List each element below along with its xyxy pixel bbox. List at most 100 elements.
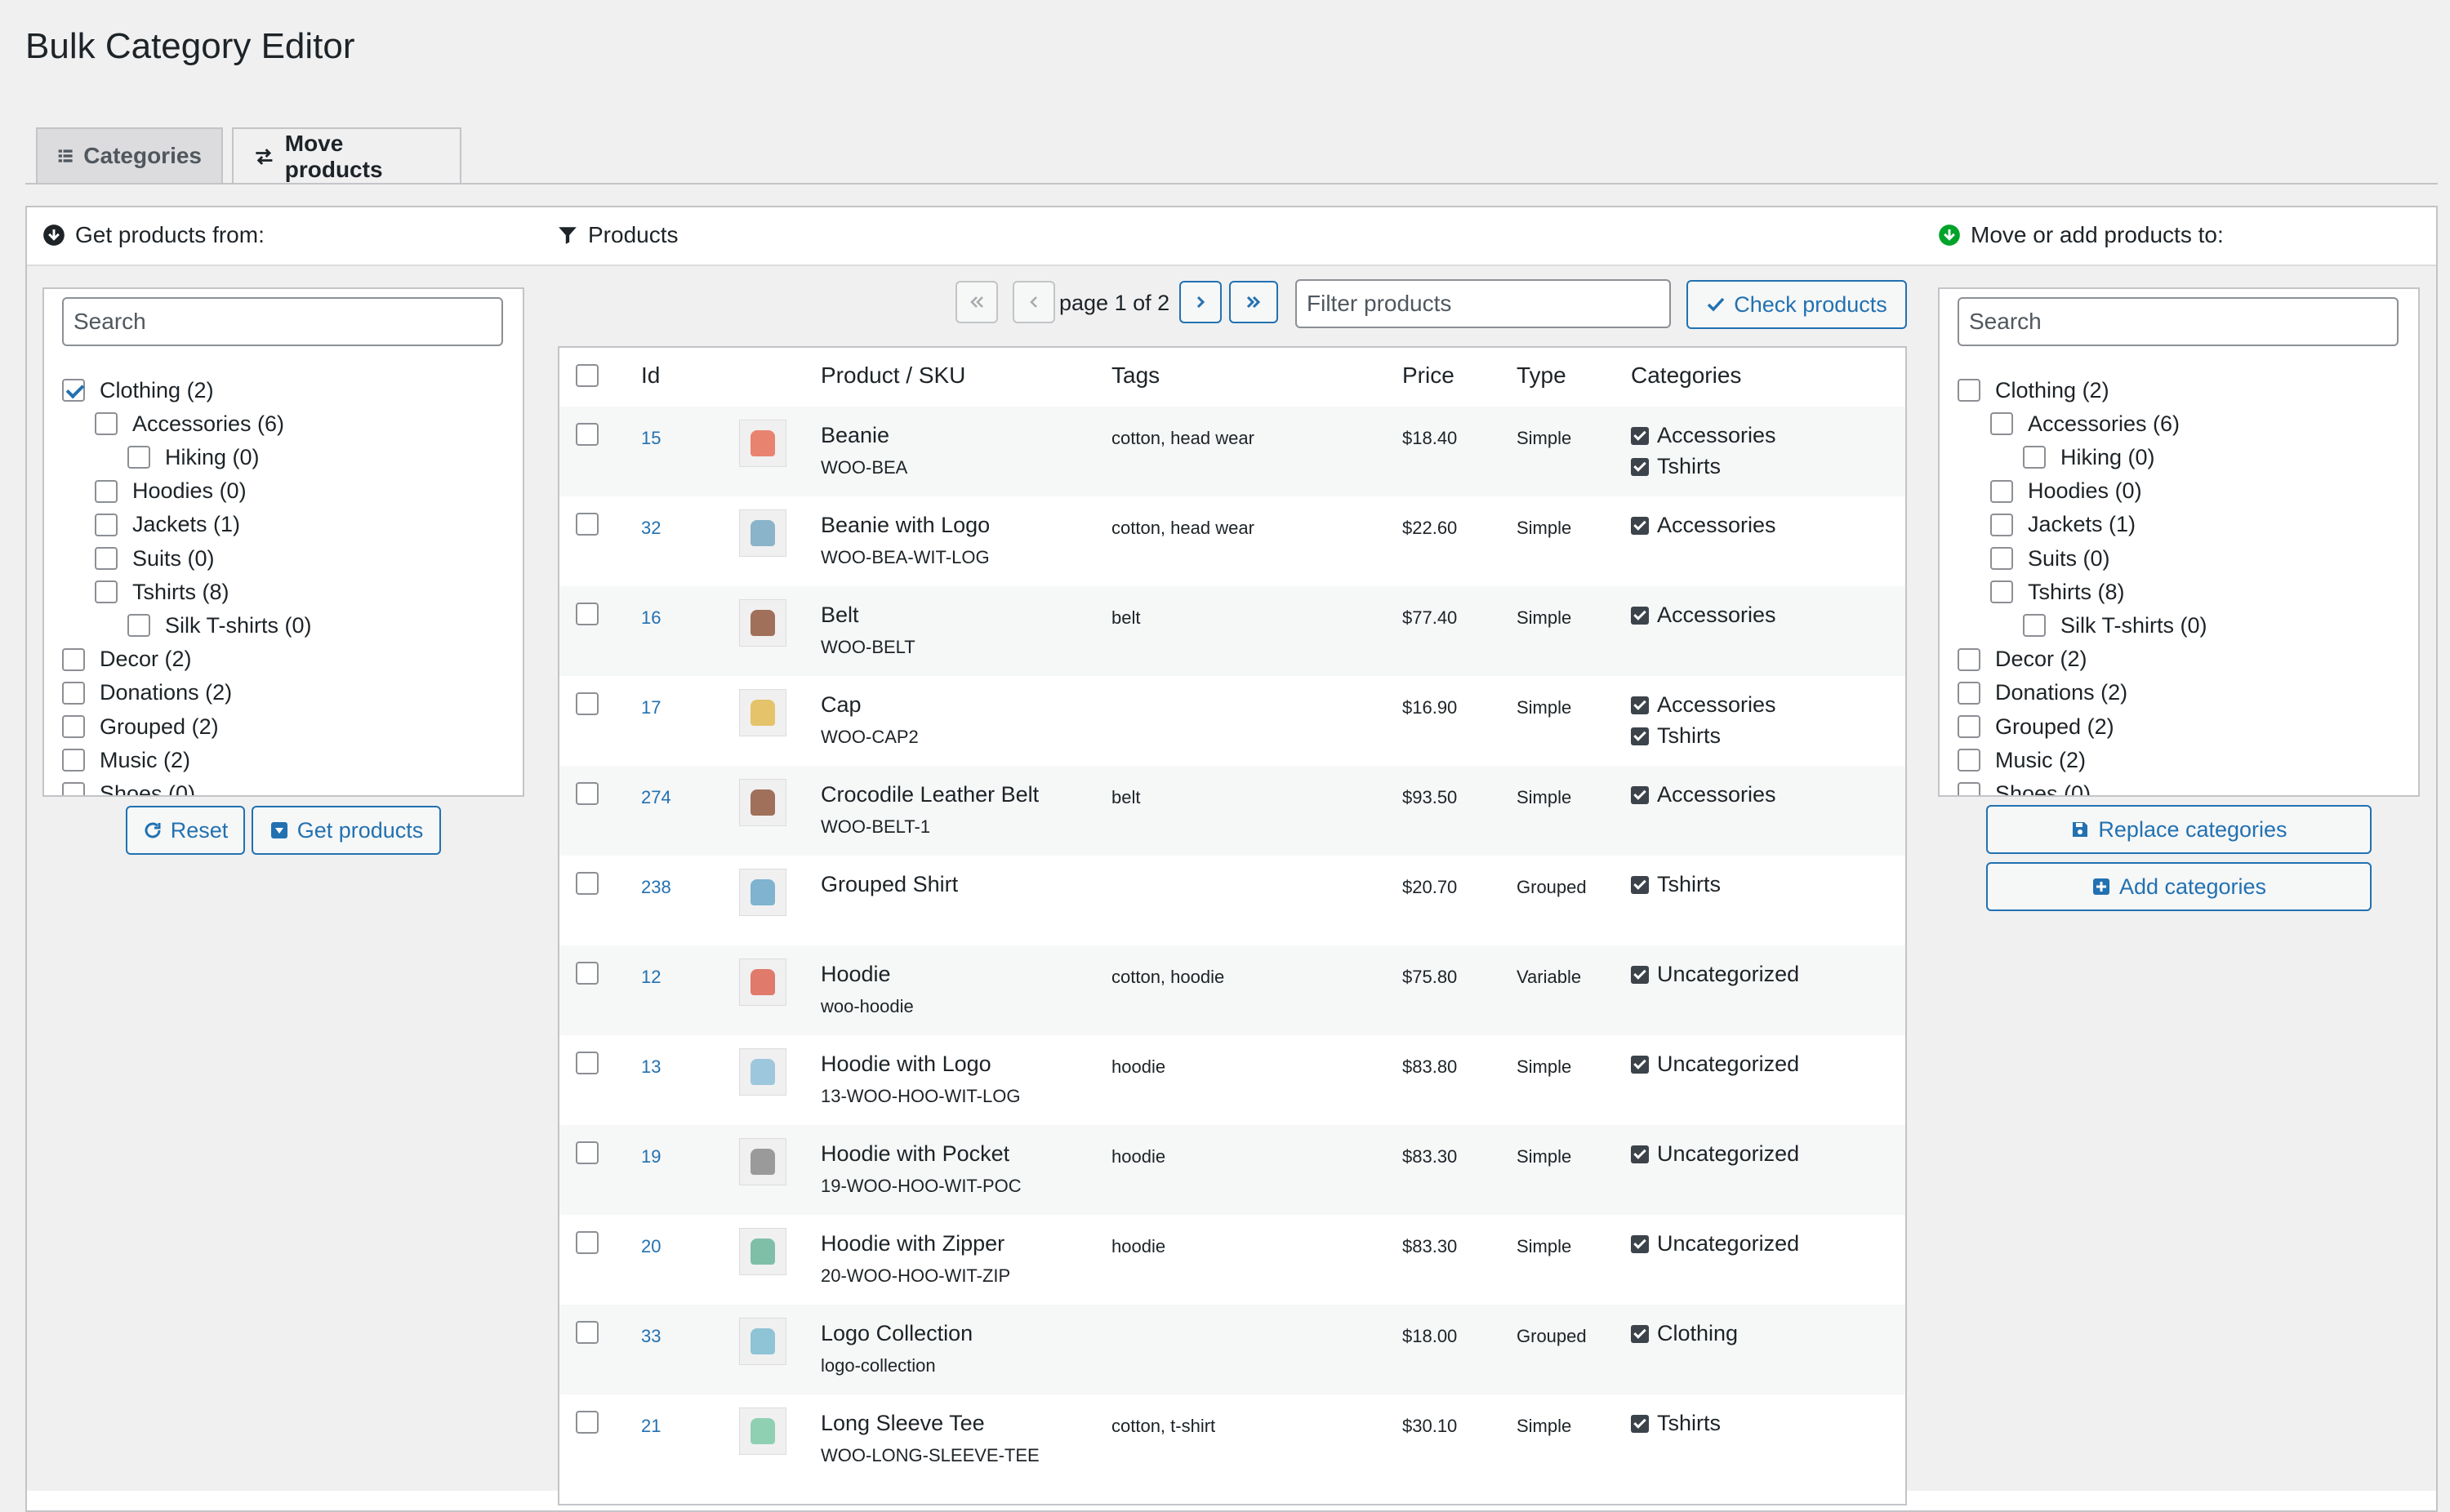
category-tree-item[interactable]: Silk T-shirts (0) (2023, 609, 2207, 642)
category-tree-item[interactable]: Hiking (0) (127, 441, 260, 474)
category-tree-item[interactable]: Clothing (2) (1958, 374, 2109, 407)
category-checkbox[interactable] (62, 782, 85, 795)
check-products-button[interactable]: Check products (1686, 280, 1907, 329)
category-checkbox[interactable] (1990, 547, 2013, 570)
category-tree-item[interactable]: Donations (2) (62, 677, 232, 709)
category-checkbox[interactable] (1958, 379, 1980, 402)
product-id-link[interactable]: 274 (641, 787, 671, 808)
tab-categories[interactable]: Categories (36, 127, 223, 183)
category-checkbox[interactable] (62, 749, 85, 772)
category-tree-item[interactable]: Suits (0) (1990, 542, 2110, 575)
category-tree-item[interactable]: Grouped (2) (62, 710, 219, 743)
row-checkbox[interactable] (576, 1141, 599, 1164)
column-header-tags[interactable]: Tags (1111, 362, 1160, 389)
source-search-input[interactable] (62, 297, 503, 346)
row-checkbox[interactable] (576, 872, 599, 895)
row-checkbox[interactable] (576, 962, 599, 985)
select-all-checkbox[interactable] (576, 364, 599, 387)
category-checkbox[interactable] (2023, 446, 2046, 469)
category-checkbox[interactable] (1958, 715, 1980, 738)
category-tree-item[interactable]: Donations (2) (1958, 677, 2127, 709)
column-header-id[interactable]: Id (641, 362, 660, 389)
category-checkbox[interactable] (62, 379, 85, 402)
category-tree-item[interactable]: Suits (0) (95, 542, 215, 575)
column-header-price[interactable]: Price (1402, 362, 1454, 389)
category-tree-item[interactable]: Silk T-shirts (0) (127, 609, 312, 642)
category-tree-item[interactable]: Grouped (2) (1958, 710, 2114, 743)
category-checkbox[interactable] (2023, 614, 2046, 638)
category-tree-item[interactable]: Music (2) (1958, 744, 2086, 776)
category-tree-item[interactable]: Tshirts (8) (95, 576, 229, 608)
category-checkbox[interactable] (95, 412, 118, 436)
row-checkbox[interactable] (576, 1231, 599, 1254)
product-id-link[interactable]: 32 (641, 518, 661, 539)
row-checkbox[interactable] (576, 603, 599, 625)
prev-page-button[interactable] (1013, 281, 1055, 323)
column-header-product[interactable]: Product / SKU (821, 362, 965, 389)
row-checkbox[interactable] (576, 423, 599, 446)
category-checkbox[interactable] (1990, 479, 2013, 503)
filter-products-input[interactable] (1295, 279, 1671, 328)
add-categories-button[interactable]: Add categories (1986, 862, 2372, 911)
next-page-button[interactable] (1179, 281, 1222, 323)
product-name: Long Sleeve Tee (821, 1411, 985, 1435)
category-checkbox[interactable] (95, 580, 118, 604)
category-tree-item[interactable]: Accessories (6) (95, 407, 284, 440)
first-page-button[interactable] (956, 281, 998, 323)
category-checkbox[interactable] (1958, 647, 1980, 671)
category-checkbox[interactable] (127, 446, 150, 469)
product-id-link[interactable]: 16 (641, 607, 661, 629)
column-header-type[interactable]: Type (1517, 362, 1566, 389)
target-search-input[interactable] (1958, 297, 2399, 346)
row-checkbox[interactable] (576, 513, 599, 536)
category-checkbox[interactable] (62, 647, 85, 671)
category-checkbox[interactable] (62, 715, 85, 738)
category-tree-item[interactable]: Jackets (1) (95, 509, 240, 541)
category-checkbox[interactable] (95, 513, 118, 536)
category-checkbox[interactable] (127, 614, 150, 638)
row-checkbox[interactable] (576, 782, 599, 805)
row-checkbox[interactable] (576, 1321, 599, 1344)
category-tree-item[interactable]: Shoes (0) (62, 777, 195, 795)
product-id-link[interactable]: 13 (641, 1056, 661, 1078)
category-checkbox[interactable] (1990, 580, 2013, 604)
category-tree-item[interactable]: Decor (2) (1958, 643, 2087, 676)
filter-icon (559, 227, 577, 244)
replace-categories-button[interactable]: Replace categories (1986, 805, 2372, 854)
category-tree-item[interactable]: Hoodies (0) (95, 475, 247, 508)
category-checkbox[interactable] (1958, 681, 1980, 705)
category-tree-item[interactable]: Jackets (1) (1990, 509, 2136, 541)
category-tree-item[interactable]: Shoes (0) (1958, 777, 2091, 795)
category-checkbox[interactable] (95, 479, 118, 503)
product-id-link[interactable]: 21 (641, 1416, 661, 1437)
row-checkbox[interactable] (576, 1052, 599, 1074)
category-checkbox[interactable] (1990, 513, 2013, 536)
get-products-button[interactable]: Get products (252, 806, 441, 855)
product-id-link[interactable]: 33 (641, 1326, 661, 1347)
product-type: Simple (1517, 428, 1572, 448)
category-checkbox[interactable] (95, 547, 118, 570)
product-id-link[interactable]: 238 (641, 877, 671, 898)
tab-move-products[interactable]: Move products (232, 127, 461, 185)
category-tree-item[interactable]: Decor (2) (62, 643, 192, 676)
category-tree-item[interactable]: Tshirts (8) (1990, 576, 2125, 608)
category-tree-item[interactable]: Accessories (6) (1990, 407, 2180, 440)
last-page-button[interactable] (1229, 281, 1278, 323)
category-tree-item[interactable]: Clothing (2) (62, 374, 214, 407)
category-checkbox[interactable] (1958, 749, 1980, 772)
product-id-link[interactable]: 19 (641, 1146, 661, 1167)
reset-button[interactable]: Reset (126, 806, 245, 855)
category-checkbox[interactable] (1958, 782, 1980, 795)
product-id-link[interactable]: 15 (641, 428, 661, 449)
category-checkbox[interactable] (1990, 412, 2013, 436)
category-checkbox[interactable] (62, 681, 85, 705)
row-checkbox[interactable] (576, 1411, 599, 1434)
product-id-link[interactable]: 20 (641, 1236, 661, 1257)
row-checkbox[interactable] (576, 692, 599, 715)
product-id-link[interactable]: 12 (641, 967, 661, 988)
category-tree-item[interactable]: Hiking (0) (2023, 441, 2155, 474)
category-tree-item[interactable]: Hoodies (0) (1990, 475, 2142, 508)
category-tree-item[interactable]: Music (2) (62, 744, 190, 776)
product-id-link[interactable]: 17 (641, 697, 661, 718)
column-header-categories[interactable]: Categories (1631, 362, 1741, 389)
